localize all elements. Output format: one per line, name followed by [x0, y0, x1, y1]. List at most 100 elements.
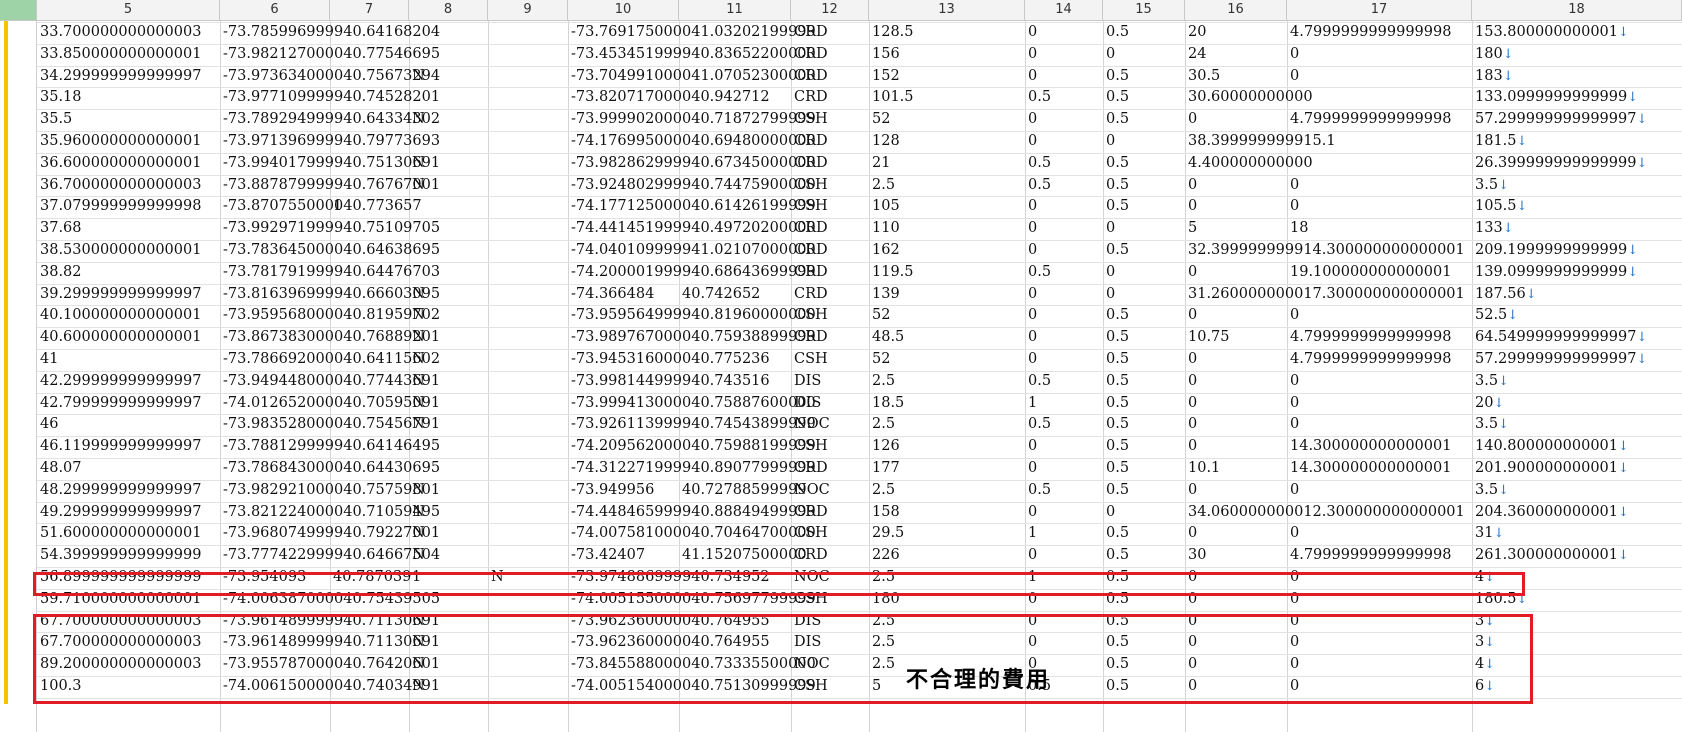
cell-r23-c16[interactable]: 34.060000000012.300000000000001 — [1185, 502, 1465, 522]
cell-r14-c5[interactable]: 40.100000000000001 — [37, 305, 201, 325]
cell-r18-c8[interactable]: N — [409, 393, 425, 413]
cell-r23-c6[interactable]: -73.821224000040.71059495 — [220, 502, 440, 522]
cell-r5-c12[interactable]: CSH — [791, 109, 828, 129]
cell-r21-c17[interactable]: 14.300000000000001 — [1287, 458, 1451, 478]
cell-r20-c10[interactable]: -74.209562000040.75988199999 — [568, 436, 816, 456]
cell-r4-c5[interactable]: 35.18 — [37, 87, 82, 107]
cell-r13-c12[interactable]: CRD — [791, 284, 828, 304]
cell-r7-c12[interactable]: CRD — [791, 153, 828, 173]
cell-r7-c15[interactable]: 0.5 — [1103, 153, 1129, 173]
cell-r11-c14[interactable]: 0 — [1025, 240, 1037, 260]
cell-r1-c13[interactable]: 128.5 — [869, 22, 914, 42]
cell-r9-c10[interactable]: -74.177125000040.61426199999 — [568, 196, 816, 216]
cell-r10-c17[interactable]: 18 — [1287, 218, 1308, 238]
cell-r21-c12[interactable]: CRD — [791, 458, 828, 478]
cell-r7-c16[interactable]: 4.400000000000 — [1185, 153, 1313, 173]
cell-r9-c12[interactable]: CSH — [791, 196, 828, 216]
cell-r15-c18[interactable]: 64.549999999999997↓ — [1472, 327, 1647, 347]
cell-r18-c5[interactable]: 42.799999999999997 — [37, 393, 201, 413]
cell-r13-c13[interactable]: 139 — [869, 284, 900, 304]
select-all-corner[interactable] — [0, 0, 37, 20]
cell-r8-c15[interactable]: 0.5 — [1103, 175, 1129, 195]
column-header-16[interactable]: 16 — [1185, 0, 1287, 20]
column-header-17[interactable]: 17 — [1287, 0, 1472, 20]
cell-r20-c17[interactable]: 14.300000000000001 — [1287, 436, 1451, 456]
cell-r11-c5[interactable]: 38.530000000000001 — [37, 240, 201, 260]
cell-r3-c14[interactable]: 0 — [1025, 66, 1037, 86]
cell-r3-c5[interactable]: 34.299999999999997 — [37, 66, 201, 86]
cell-r6-c18[interactable]: 181.5↓ — [1472, 131, 1527, 151]
cell-r4-c12[interactable]: CRD — [791, 87, 828, 107]
cell-r25-c18[interactable]: 261.300000000001↓ — [1472, 545, 1629, 565]
cell-r23-c10[interactable]: -74.448465999940.88849499999 — [568, 502, 816, 522]
cell-r6-c13[interactable]: 128 — [869, 131, 900, 151]
column-header-6[interactable]: 6 — [220, 0, 330, 20]
cell-r6-c12[interactable]: CRD — [791, 131, 828, 151]
cell-r9-c14[interactable]: 0 — [1025, 196, 1037, 216]
cell-r23-c15[interactable]: 0 — [1103, 502, 1115, 522]
cell-r15-c13[interactable]: 48.5 — [869, 327, 904, 347]
cell-r10-c15[interactable]: 0 — [1103, 218, 1115, 238]
cell-r8-c13[interactable]: 2.5 — [869, 175, 895, 195]
cell-r11-c10[interactable]: -74.040109999941.02107000000 — [568, 240, 816, 260]
cell-r22-c11[interactable]: 40.72788599999 — [679, 480, 807, 500]
cell-r16-c16[interactable]: 0 — [1185, 349, 1197, 369]
cell-r23-c12[interactable]: CRD — [791, 502, 828, 522]
cell-r20-c12[interactable]: CSH — [791, 436, 828, 456]
cell-r10-c6[interactable]: -73.992971999940.75109705 — [220, 218, 440, 238]
column-header-15[interactable]: 15 — [1103, 0, 1185, 20]
cell-r22-c10[interactable]: -73.949956 — [568, 480, 654, 500]
cell-r5-c14[interactable]: 0 — [1025, 109, 1037, 129]
cell-r17-c6[interactable]: -73.949448000040.77443691 — [220, 371, 440, 391]
cell-r9-c17[interactable]: 0 — [1287, 196, 1299, 216]
cell-r20-c16[interactable]: 0 — [1185, 436, 1197, 456]
cell-r15-c16[interactable]: 10.75 — [1185, 327, 1230, 347]
cell-r20-c6[interactable]: -73.788129999940.64146495 — [220, 436, 440, 456]
cell-r18-c16[interactable]: 0 — [1185, 393, 1197, 413]
cell-r5-c18[interactable]: 57.299999999999997↓ — [1472, 109, 1647, 129]
cell-r18-c15[interactable]: 0.5 — [1103, 393, 1129, 413]
cell-r17-c8[interactable]: N — [409, 371, 425, 391]
cell-r18-c6[interactable]: -74.012652000040.70595091 — [220, 393, 440, 413]
cell-r24-c14[interactable]: 1 — [1025, 523, 1037, 543]
cell-r15-c17[interactable]: 4.7999999999999998 — [1287, 327, 1451, 347]
cell-r23-c18[interactable]: 204.360000000001↓ — [1472, 502, 1629, 522]
column-header-7[interactable]: 7 — [330, 0, 409, 20]
cell-r19-c13[interactable]: 2.5 — [869, 414, 895, 434]
cell-r7-c5[interactable]: 36.600000000000001 — [37, 153, 201, 173]
cell-r10-c14[interactable]: 0 — [1025, 218, 1037, 238]
cell-r13-c8[interactable]: N — [409, 284, 425, 304]
cell-r18-c14[interactable]: 1 — [1025, 393, 1037, 413]
cell-r4-c6[interactable]: -73.977109999940.74528201 — [220, 87, 440, 107]
cell-r6-c15[interactable]: 0 — [1103, 131, 1115, 151]
cell-r19-c12[interactable]: NOC — [791, 414, 830, 434]
cell-r1-c5[interactable]: 33.700000000000003 — [37, 22, 201, 42]
cell-r23-c8[interactable]: N — [409, 502, 425, 522]
cell-r9-c6[interactable]: -73.870755000040.773657 — [220, 196, 422, 216]
cell-r2-c14[interactable]: 0 — [1025, 44, 1037, 64]
cell-r12-c15[interactable]: 0 — [1103, 262, 1115, 282]
cell-r4-c18[interactable]: 133.0999999999999↓ — [1472, 87, 1638, 107]
cell-r18-c12[interactable]: DIS — [791, 393, 821, 413]
cell-r18-c17[interactable]: 0 — [1287, 393, 1299, 413]
cell-r3-c6[interactable]: -73.973634000040.75673294 — [220, 66, 440, 86]
cell-r25-c16[interactable]: 30 — [1185, 545, 1206, 565]
cell-r24-c5[interactable]: 51.600000000000001 — [37, 523, 201, 543]
cell-r21-c6[interactable]: -73.786843000040.64430695 — [220, 458, 440, 478]
column-header-10[interactable]: 10 — [568, 0, 679, 20]
cell-r22-c16[interactable]: 0 — [1185, 480, 1197, 500]
cell-r14-c14[interactable]: 0 — [1025, 305, 1037, 325]
column-header-8[interactable]: 8 — [409, 0, 488, 20]
cell-r15-c5[interactable]: 40.600000000000001 — [37, 327, 201, 347]
cell-r13-c15[interactable]: 0 — [1103, 284, 1115, 304]
cell-r6-c10[interactable]: -74.176995000040.69480000000 — [568, 131, 816, 151]
cell-r6-c6[interactable]: -73.971396999940.79773693 — [220, 131, 440, 151]
column-header-11[interactable]: 11 — [679, 0, 791, 20]
cell-r25-c11[interactable]: 41.15207500000 — [679, 545, 807, 565]
cell-r7-c8[interactable]: N — [409, 153, 425, 173]
cell-r13-c5[interactable]: 39.299999999999997 — [37, 284, 201, 304]
cell-r3-c10[interactable]: -73.704991000041.07052300000 — [568, 66, 816, 86]
cell-r20-c5[interactable]: 46.119999999999997 — [37, 436, 201, 456]
cell-r12-c14[interactable]: 0.5 — [1025, 262, 1051, 282]
cell-r15-c6[interactable]: -73.867383000040.76889201 — [220, 327, 440, 347]
